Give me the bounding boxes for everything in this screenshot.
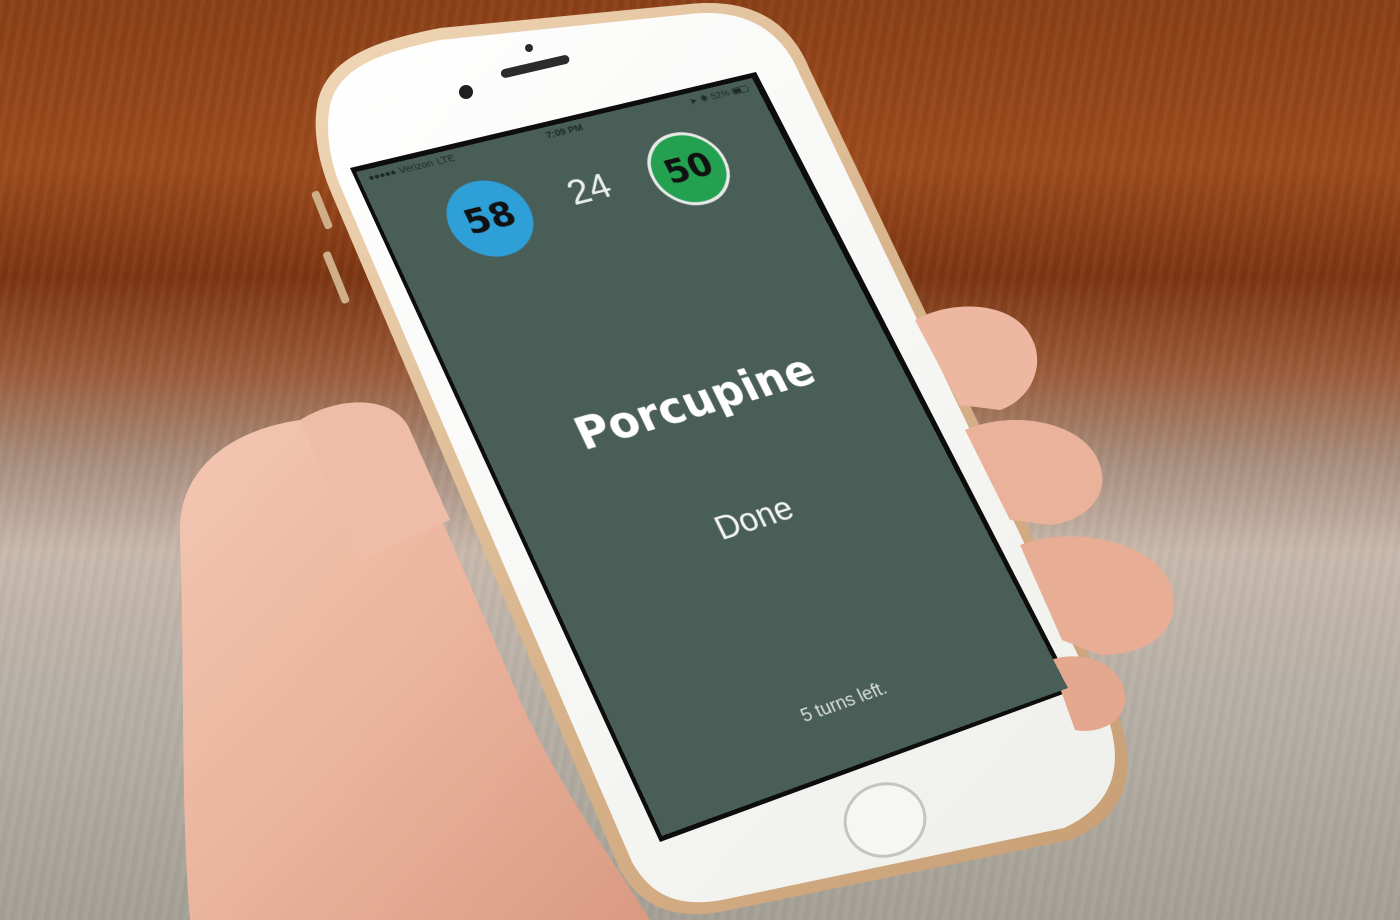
battery-fill bbox=[732, 88, 742, 94]
left-team-score: 58 bbox=[433, 172, 547, 265]
done-button[interactable]: Done bbox=[676, 473, 831, 566]
round-timer: 24 bbox=[541, 160, 637, 218]
right-team-score: 50 bbox=[634, 125, 744, 214]
bluetooth-icon: ✱ bbox=[698, 92, 711, 104]
battery-percent: 52% bbox=[708, 88, 731, 102]
current-word: Porcupine bbox=[478, 323, 902, 486]
battery-icon bbox=[731, 85, 750, 95]
